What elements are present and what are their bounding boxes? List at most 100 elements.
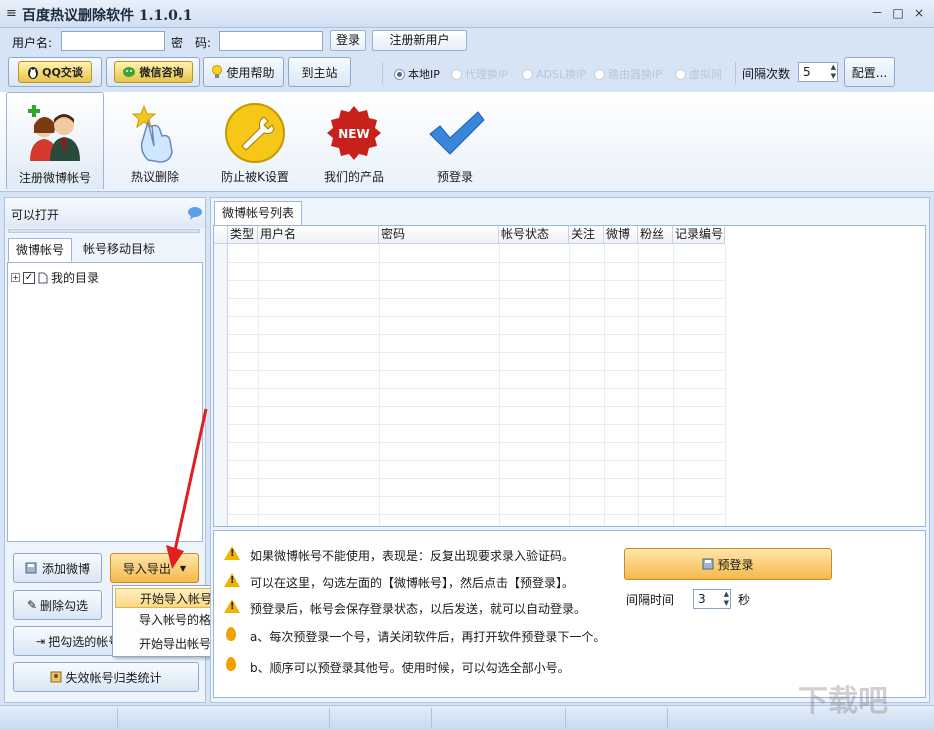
users-icon <box>24 103 86 165</box>
column-header[interactable]: 密码 <box>379 226 499 244</box>
ip-option-label: 代理换IP <box>465 68 508 81</box>
tip-line: a、每次预登录一个号，请关闭软件后，再打开软件预登录下一个。 <box>250 630 606 644</box>
help-button[interactable]: 使用帮助 <box>203 57 284 87</box>
ribbon-pre-login[interactable]: 预登录 <box>406 92 504 189</box>
expand-icon[interactable]: + <box>11 273 20 282</box>
password-label: 密 码: <box>171 36 212 50</box>
qq-chat-inner: QQ交谈 <box>18 61 92 83</box>
add-weibo-label: 添加微博 <box>41 561 90 576</box>
ribbon-register-weibo[interactable]: 注册微博帐号 <box>6 92 104 189</box>
ip-option-router[interactable]: 路由器换IP <box>594 66 662 82</box>
system-menu-icon[interactable]: ≡ <box>6 6 17 21</box>
tip-line: b、顺序可以预登录其他号。使用时候，可以勾选全部小号。 <box>250 661 570 675</box>
ip-option-label: 本地IP <box>408 68 440 81</box>
ip-option-vpn[interactable]: 虚拟网 <box>675 66 722 82</box>
radio-dot <box>522 68 533 80</box>
add-weibo-button[interactable]: 添加微博 <box>13 553 102 583</box>
left-header-label: 可以打开 <box>11 208 60 222</box>
window-title: 百度热议删除软件 1.1.0.1 <box>22 8 193 24</box>
qq-chat-label: QQ交谈 <box>42 66 83 79</box>
wechat-button[interactable]: 微信咨询 <box>106 57 200 87</box>
minimize-button[interactable]: － <box>868 5 886 21</box>
new-badge-icon: NEW <box>323 102 385 164</box>
chat-bubble-icon[interactable] <box>187 206 203 220</box>
maximize-button[interactable]: □ <box>889 5 907 21</box>
grid-line <box>228 478 725 479</box>
delete-checked-button[interactable]: ✎ 删除勾选 <box>13 590 102 620</box>
home-site-button[interactable]: 到主站 <box>288 57 351 87</box>
interval-time-value: 3 <box>698 592 706 606</box>
document-icon <box>38 272 48 283</box>
ribbon-label: 防止被K设置 <box>221 170 289 184</box>
ip-option-adsl[interactable]: ADSL换IP <box>522 66 586 82</box>
username-input[interactable] <box>61 31 165 51</box>
status-segment <box>0 708 118 728</box>
grid-line <box>228 388 725 389</box>
tree-root-label: 我的目录 <box>51 271 100 285</box>
close-button[interactable]: × <box>910 5 928 21</box>
column-header[interactable]: 关注 <box>569 226 604 244</box>
flame-icon <box>226 627 236 641</box>
interval-time-stepper[interactable]: 3 ▲ ▼ <box>693 589 731 609</box>
tab-account-list[interactable]: 微博帐号列表 <box>214 201 302 225</box>
account-table: 类型 用户名 密码 帐号状态 关注 微博 粉丝 记录编号 <box>213 225 926 527</box>
radio-dot <box>394 68 405 80</box>
ip-option-local[interactable]: 本地IP <box>394 66 440 82</box>
wechat-label: 微信咨询 <box>139 66 184 79</box>
delete-checked-label: 删除勾选 <box>40 598 89 613</box>
grid-line <box>228 406 725 407</box>
tab-weibo-accounts[interactable]: 微博帐号 <box>8 238 72 262</box>
checkbox-icon[interactable]: ✓ <box>23 271 35 284</box>
toolbar-divider <box>735 62 736 84</box>
column-header[interactable]: 微博 <box>604 226 638 244</box>
pre-login-label: 预登录 <box>717 557 754 572</box>
progress-bar <box>8 229 200 233</box>
column-header[interactable]: 帐号状态 <box>499 226 569 244</box>
help-label: 使用帮助 <box>226 65 275 80</box>
grid-line <box>569 244 570 526</box>
status-segment <box>330 708 432 728</box>
spin-arrows-icon[interactable]: ▲ ▼ <box>724 590 729 608</box>
register-button[interactable]: 注册新用户 <box>372 30 467 51</box>
ribbon: 注册微博帐号 热议删除 防止被K设置 NEW 我们的产品 预登录 <box>0 92 934 192</box>
grid-line <box>228 496 725 497</box>
flame-icon <box>226 657 236 671</box>
tip-line: 预登录后，帐号会保存登录状态，以后发送，就可以自动登录。 <box>250 602 587 616</box>
checkmark-icon <box>424 102 486 164</box>
column-header[interactable]: 用户名 <box>258 226 379 244</box>
ribbon-anti-ban[interactable]: 防止被K设置 <box>206 92 304 189</box>
annotation-arrow-icon <box>166 408 208 569</box>
grid-line <box>499 244 500 526</box>
grid-line <box>228 352 725 353</box>
grid-line <box>228 460 725 461</box>
grid-line <box>228 442 725 443</box>
ip-option-label: ADSL换IP <box>536 68 586 81</box>
pre-login-button[interactable]: 预登录 <box>624 548 832 580</box>
tab-move-target[interactable]: 帐号移动目标 <box>74 238 164 262</box>
watermark: 下载吧 <box>798 684 888 719</box>
qq-chat-button[interactable]: QQ交谈 <box>8 57 102 87</box>
password-input[interactable] <box>219 31 323 51</box>
seconds-unit-label: 秒 <box>738 593 751 607</box>
ribbon-hot-delete[interactable]: 热议删除 <box>106 92 204 189</box>
grid-line <box>725 244 726 526</box>
grid-line <box>228 316 725 317</box>
column-header[interactable]: 类型 <box>228 226 258 244</box>
interval-count-stepper[interactable]: 5 ▲ ▼ <box>798 62 838 82</box>
column-header[interactable]: 记录编号 <box>673 226 725 244</box>
grid-line <box>673 244 674 526</box>
config-button[interactable]: 配置... <box>844 57 895 87</box>
ribbon-label: 我们的产品 <box>323 170 384 184</box>
ribbon-our-products[interactable]: NEW 我们的产品 <box>305 92 403 189</box>
spin-arrows-icon[interactable]: ▲ ▼ <box>831 63 836 81</box>
ip-option-proxy[interactable]: 代理换IP <box>451 66 508 82</box>
hand-pointer-icon <box>124 102 186 164</box>
login-button[interactable]: 登录 <box>330 30 366 51</box>
stats-button[interactable]: 失效帐号归类统计 <box>13 662 199 692</box>
grid-line <box>228 280 725 281</box>
tree-node-root[interactable]: + ✓ 我的目录 <box>11 269 99 286</box>
left-pane-header: 可以打开 <box>5 198 205 228</box>
title-bar: ≡ 百度热议删除软件 1.1.0.1 － □ × <box>0 0 934 28</box>
column-header[interactable]: 粉丝 <box>638 226 673 244</box>
radio-dot <box>594 68 605 80</box>
